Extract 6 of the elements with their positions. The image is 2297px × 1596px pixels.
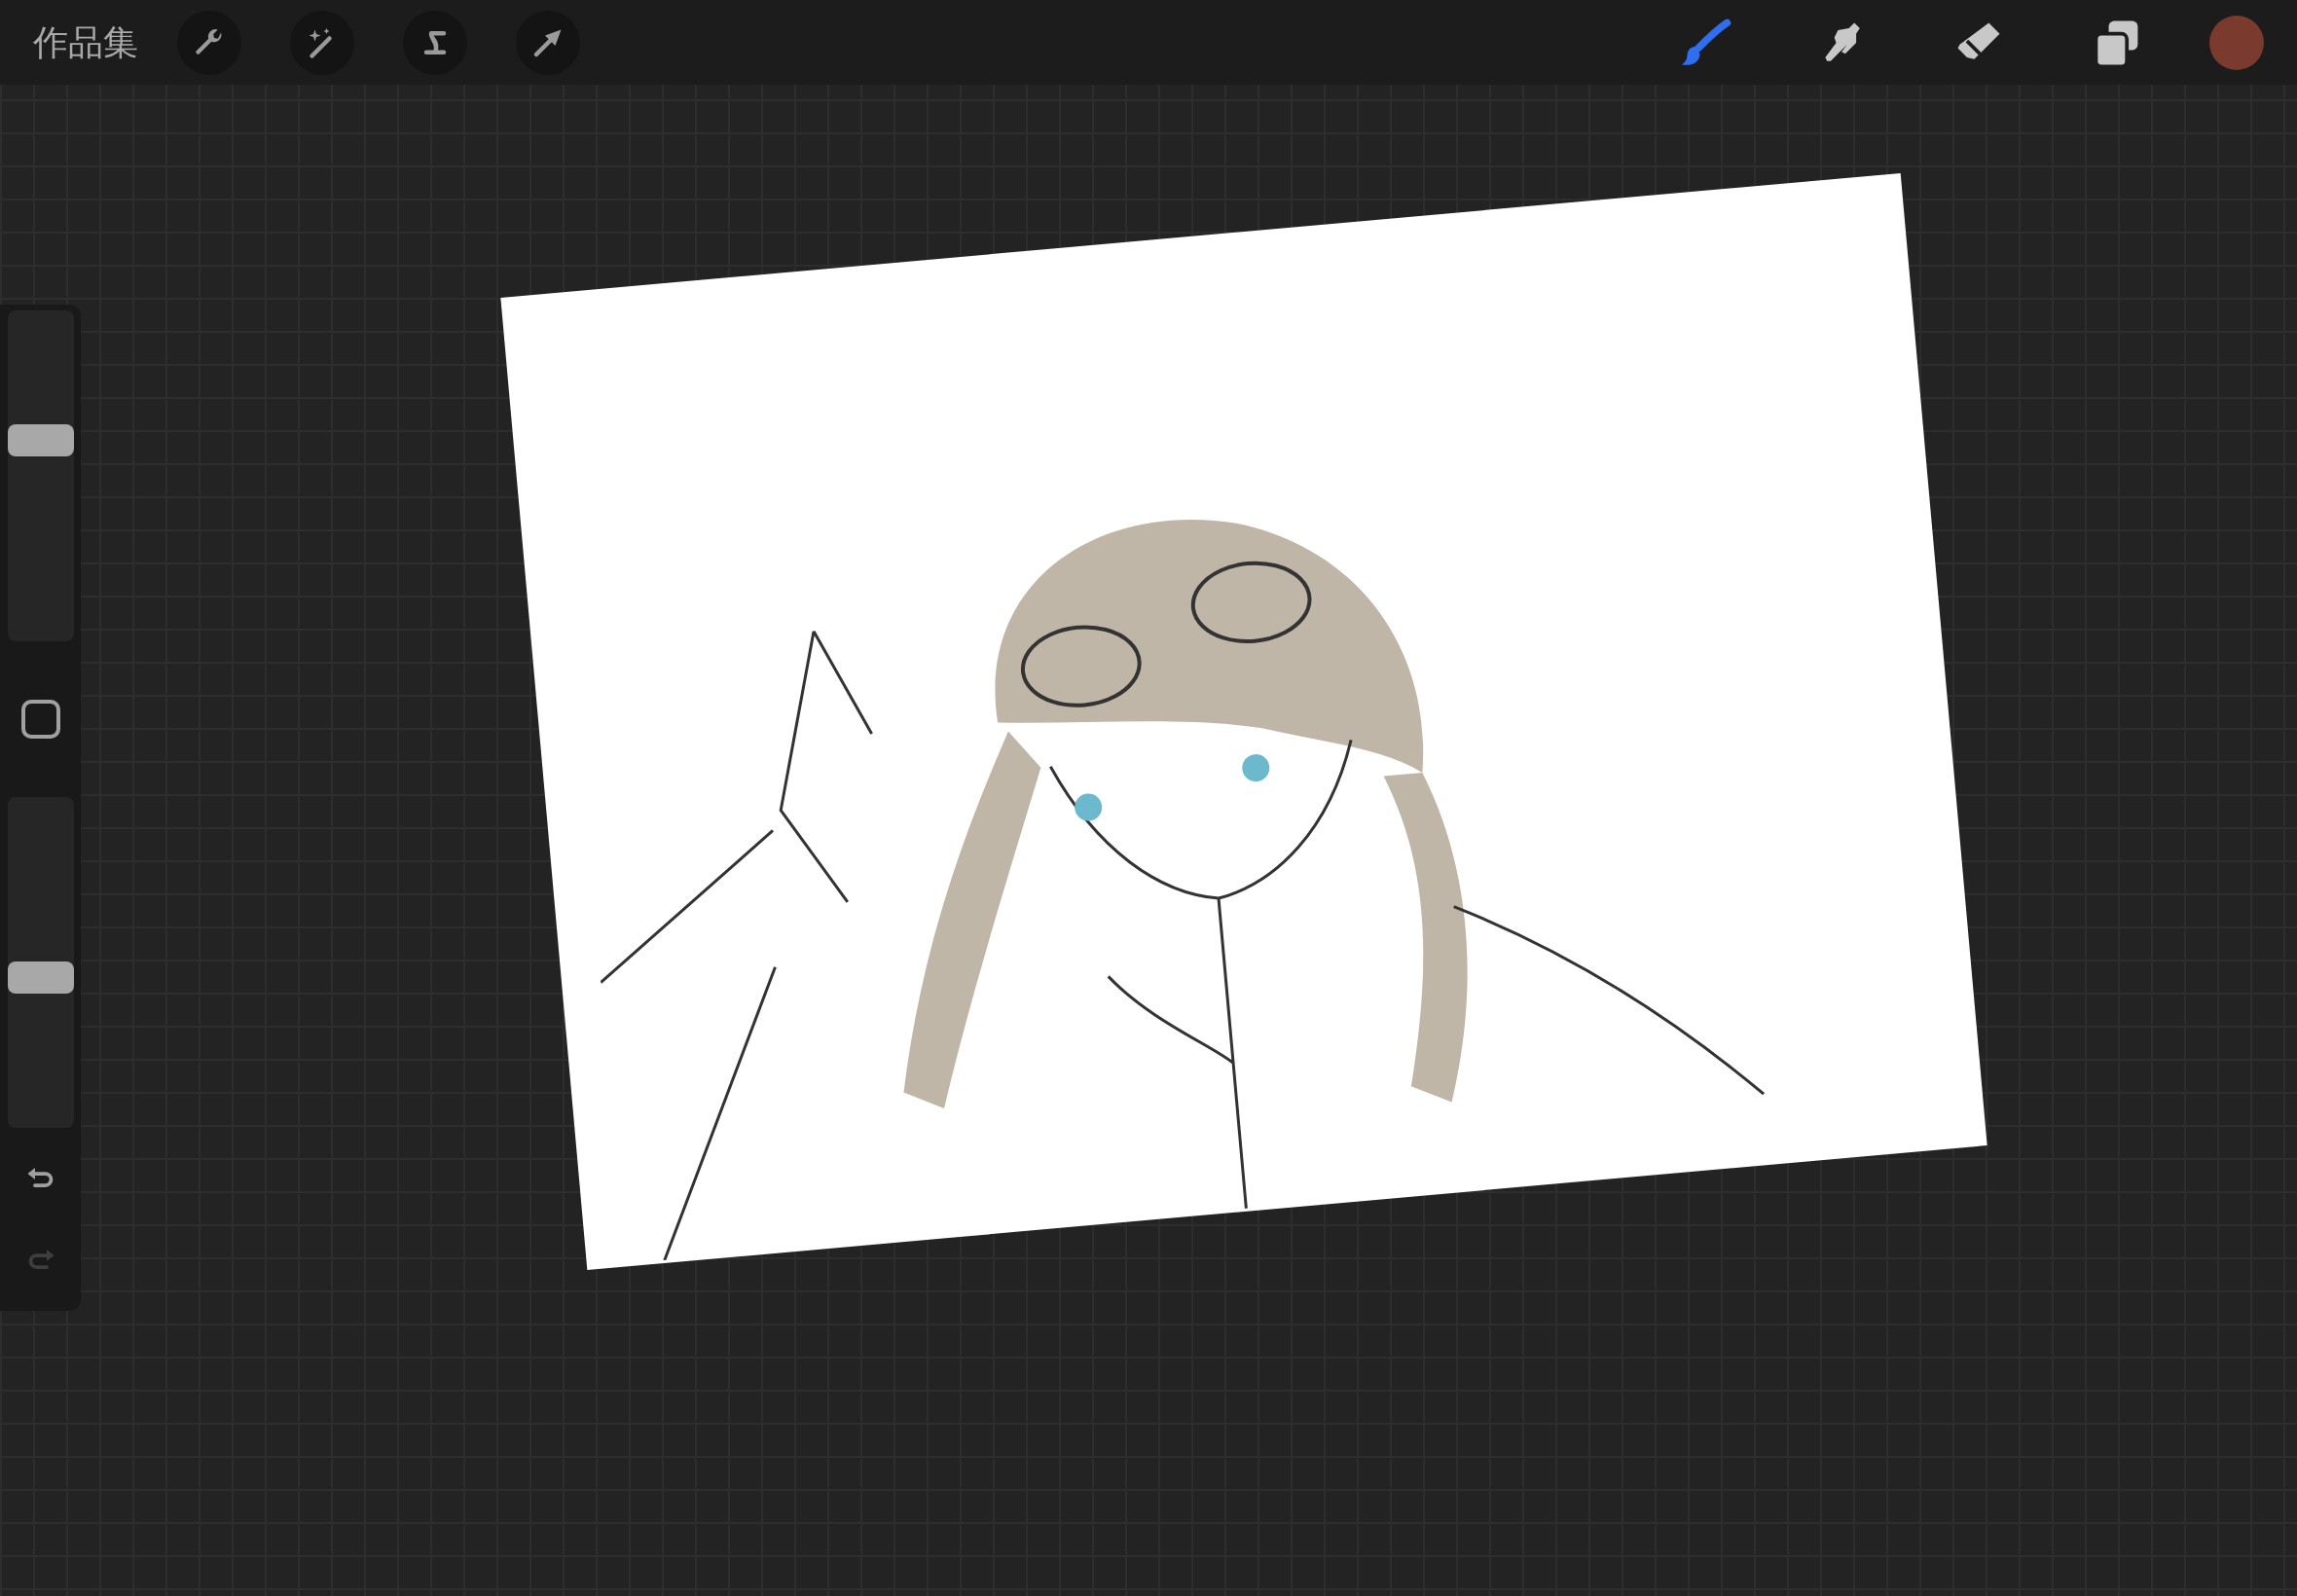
slider-thumb[interactable] bbox=[7, 423, 74, 456]
opacity-slider[interactable] bbox=[7, 797, 74, 1128]
modify-button[interactable] bbox=[20, 700, 60, 739]
gallery-link[interactable]: 作品集 bbox=[33, 16, 138, 69]
brush-size-slider[interactable] bbox=[7, 310, 74, 641]
slider-thumb[interactable] bbox=[7, 961, 74, 994]
